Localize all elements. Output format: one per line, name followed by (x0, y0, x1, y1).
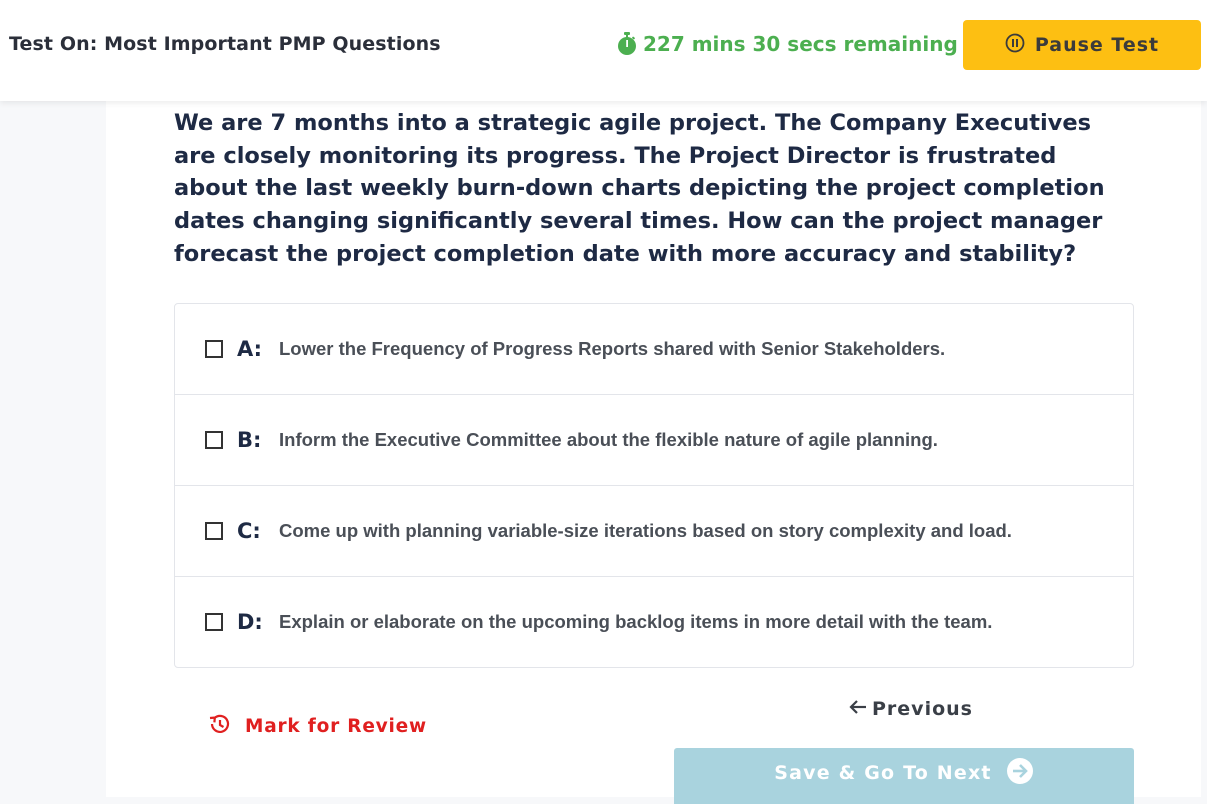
mark-for-review-label: Mark for Review (245, 716, 427, 737)
option-letter: C: (237, 519, 261, 543)
option-letter: D: (237, 610, 263, 634)
option-a[interactable]: A: Lower the Frequency of Progress Repor… (175, 304, 1133, 395)
previous-label: Previous (872, 698, 973, 720)
timer-text: 227 mins 30 secs remaining (643, 32, 958, 56)
option-text: Come up with planning variable-size iter… (279, 520, 1012, 541)
pause-test-button[interactable]: Pause Test (963, 20, 1201, 70)
checkbox[interactable] (205, 522, 223, 540)
option-letter: B: (237, 428, 262, 452)
mark-for-review-button[interactable]: Mark for Review (207, 713, 427, 740)
question-text: We are 7 months into a strategic agile p… (174, 110, 1105, 267)
arrow-left-icon (848, 698, 868, 720)
checkbox[interactable] (205, 613, 223, 631)
arrow-right-circle-icon (1006, 757, 1034, 790)
save-and-next-label: Save & Go To Next (774, 762, 992, 784)
answer-options: A: Lower the Frequency of Progress Repor… (174, 303, 1134, 668)
pause-test-label: Pause Test (1034, 34, 1160, 56)
option-text: Explain or elaborate on the upcoming bac… (279, 611, 993, 632)
test-header: Test On: Most Important PMP Questions 22… (0, 0, 1207, 101)
checkbox[interactable] (205, 431, 223, 449)
previous-button[interactable]: Previous (848, 698, 973, 720)
question-panel: We are 7 months into a strategic agile p… (106, 101, 1201, 804)
timer: 227 mins 30 secs remaining (617, 32, 958, 56)
option-b[interactable]: B: Inform the Executive Committee about … (175, 395, 1133, 486)
option-text: Inform the Executive Committee about the… (279, 429, 938, 450)
save-and-next-button[interactable]: Save & Go To Next (674, 748, 1134, 804)
pause-circle-icon (1005, 33, 1025, 58)
option-c[interactable]: C: Come up with planning variable-size i… (175, 486, 1133, 577)
option-d[interactable]: D: Explain or elaborate on the upcoming … (175, 577, 1133, 667)
stopwatch-icon (617, 32, 637, 56)
history-icon (207, 713, 231, 740)
option-text: Lower the Frequency of Progress Reports … (279, 338, 946, 359)
test-title: Test On: Most Important PMP Questions (9, 33, 441, 55)
option-letter: A: (237, 337, 263, 361)
checkbox[interactable] (205, 340, 223, 358)
